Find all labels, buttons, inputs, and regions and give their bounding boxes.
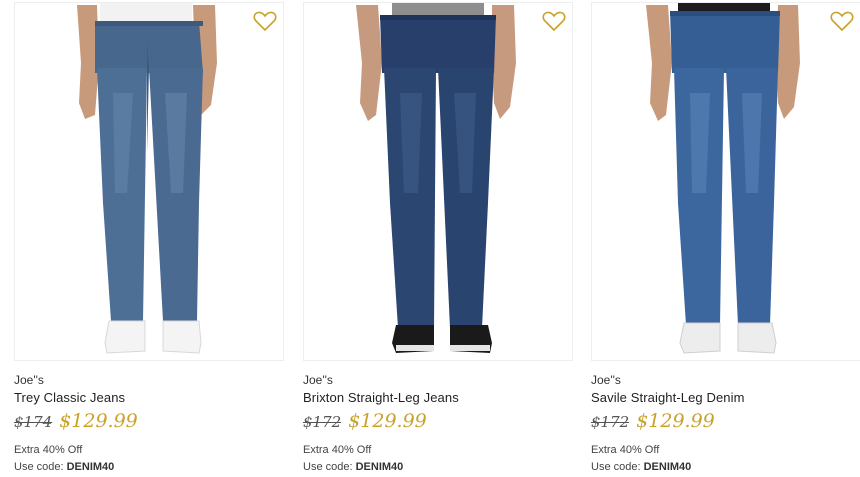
product-name[interactable]: Trey Classic Jeans xyxy=(14,390,125,405)
product-name[interactable]: Brixton Straight-Leg Jeans xyxy=(303,390,459,405)
sale-price: $129.99 xyxy=(348,410,427,432)
promo-code-line: Use code: DENIM40 xyxy=(303,461,403,473)
product-grid: Joe''s Trey Classic Jeans $174 $129.99 Ex… xyxy=(0,0,860,477)
product-brand[interactable]: Joe''s xyxy=(303,373,333,387)
sale-price: $129.99 xyxy=(636,410,715,432)
product-image[interactable] xyxy=(303,2,573,361)
jeans-photo xyxy=(77,3,217,354)
promo-code: DENIM40 xyxy=(66,461,115,473)
promo-text: Extra 40% Off xyxy=(591,444,660,456)
promo-text: Extra 40% Off xyxy=(303,444,372,456)
wishlist-heart-icon[interactable] xyxy=(830,10,854,32)
sale-price: $129.99 xyxy=(59,410,138,432)
promo-code-line: Use code: DENIM40 xyxy=(14,461,114,473)
promo-code-label: Use code: xyxy=(303,461,353,473)
price-row: $172 $129.99 xyxy=(591,410,715,436)
jeans-photo xyxy=(356,3,516,353)
promo-text: Extra 40% Off xyxy=(14,444,83,456)
product-brand[interactable]: Joe''s xyxy=(14,373,44,387)
jeans-photo xyxy=(646,3,800,354)
promo-code: DENIM40 xyxy=(643,461,692,473)
original-price: $172 xyxy=(303,413,342,431)
product-brand[interactable]: Joe''s xyxy=(591,373,621,387)
product-image[interactable] xyxy=(14,2,284,361)
original-price: $172 xyxy=(591,413,630,431)
product-card[interactable]: Joe''s Brixton Straight-Leg Jeans $172 $1… xyxy=(303,0,573,477)
product-name[interactable]: Savile Straight-Leg Denim xyxy=(591,390,745,405)
promo-code-label: Use code: xyxy=(591,461,641,473)
original-price: $174 xyxy=(14,413,53,431)
product-card[interactable]: Joe''s Savile Straight-Leg Denim $172 $12… xyxy=(591,0,860,477)
price-row: $172 $129.99 xyxy=(303,410,427,436)
wishlist-heart-icon[interactable] xyxy=(253,10,277,32)
product-card[interactable]: Joe''s Trey Classic Jeans $174 $129.99 Ex… xyxy=(14,0,284,477)
promo-code: DENIM40 xyxy=(355,461,404,473)
promo-code-line: Use code: DENIM40 xyxy=(591,461,691,473)
product-image[interactable] xyxy=(591,2,860,361)
wishlist-heart-icon[interactable] xyxy=(542,10,566,32)
promo-code-label: Use code: xyxy=(14,461,64,473)
price-row: $174 $129.99 xyxy=(14,410,138,436)
